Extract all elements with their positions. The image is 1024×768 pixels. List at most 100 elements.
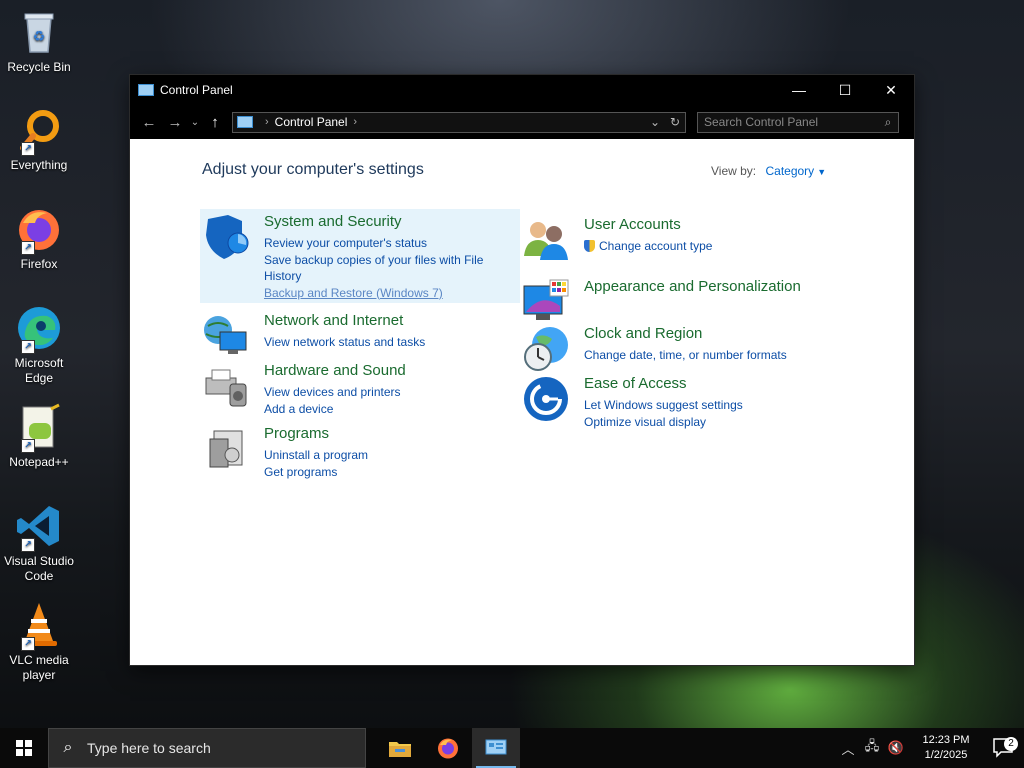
close-icon: ✕	[885, 81, 897, 98]
windows-logo-icon	[16, 740, 32, 756]
view-by-dropdown[interactable]: Category	[765, 164, 814, 178]
clock-globe-icon[interactable]	[522, 325, 570, 373]
link-devices-printers[interactable]: View devices and printers	[264, 384, 504, 401]
link-get-programs[interactable]: Get programs	[264, 464, 504, 481]
link-file-history[interactable]: Save backup copies of your files with Fi…	[264, 252, 504, 285]
desktop-icon-label: Recycle Bin	[7, 60, 71, 74]
caret-down-icon[interactable]: ▼	[817, 167, 826, 177]
shortcut-arrow-icon: ↗	[21, 142, 35, 156]
forward-button[interactable]: →	[162, 109, 188, 135]
link-suggest-settings[interactable]: Let Windows suggest settings	[584, 397, 824, 414]
category-links: Let Windows suggest settings Optimize vi…	[584, 397, 824, 430]
content-area: Adjust your computer's settings View by:…	[130, 139, 914, 665]
start-button[interactable]	[0, 728, 48, 768]
arrow-left-icon: ←	[141, 113, 157, 131]
link-uninstall-program[interactable]: Uninstall a program	[264, 447, 504, 464]
category-title[interactable]: Clock and Region	[584, 325, 702, 342]
desktop-icon-recycle-bin[interactable]: ♻ Recycle Bin	[4, 8, 74, 75]
folder-icon	[389, 742, 411, 757]
address-toolbar: ← → ⌄ ↑ › Control Panel › ⌄ ↻ ⌕	[130, 105, 914, 139]
category-title[interactable]: Network and Internet	[264, 312, 403, 329]
taskbar-control-panel[interactable]	[472, 728, 520, 768]
desktop-icon-firefox[interactable]: ↗ Firefox	[4, 205, 74, 272]
desktop-icon-vlc[interactable]: ↗ VLC media player	[4, 601, 74, 683]
up-button[interactable]: ↑	[202, 109, 228, 135]
taskbar-file-explorer[interactable]	[376, 728, 424, 768]
link-add-device[interactable]: Add a device	[264, 401, 504, 418]
taskbar: ⌕ Type here to search ︿ 🖧 🔇 12:23 PM 1/2…	[0, 728, 1024, 768]
category-title[interactable]: Appearance and Personalization	[584, 278, 801, 295]
link-review-status[interactable]: Review your computer's status	[264, 235, 504, 252]
arrow-right-icon: →	[167, 113, 183, 131]
recent-locations-button[interactable]: ⌄	[188, 109, 202, 135]
link-optimize-display[interactable]: Optimize visual display	[584, 414, 824, 431]
control-panel-window: Control Panel — ☐ ✕ ← → ⌄ ↑ › Control Pa…	[130, 75, 914, 665]
desktop-icon-edge[interactable]: ↗ Microsoft Edge	[4, 304, 74, 386]
desktop-icon-vscode[interactable]: ↗ Visual Studio Code	[4, 502, 74, 584]
chevron-right-icon[interactable]: ›	[353, 116, 357, 128]
category-title[interactable]: System and Security	[264, 213, 402, 230]
category-title[interactable]: Programs	[264, 425, 329, 442]
notification-count-badge: 2	[1004, 737, 1018, 751]
desktop-icon-label: Everything	[10, 158, 68, 172]
minimize-button[interactable]: —	[776, 75, 822, 105]
desktop-icon-label: Notepad++	[9, 455, 69, 469]
category-links: Change account type	[584, 238, 824, 255]
category-links: View network status and tasks	[264, 334, 504, 351]
chevron-down-icon: ⌄	[190, 116, 200, 128]
edge-icon: ↗	[15, 304, 63, 354]
control-panel-icon	[237, 116, 253, 128]
category-links: Review your computer's status Save backu…	[264, 235, 504, 301]
volume-muted-icon[interactable]: 🔇	[884, 740, 908, 756]
display-icon[interactable]	[522, 278, 570, 326]
taskbar-search-box[interactable]: ⌕ Type here to search	[48, 728, 366, 768]
maximize-icon: ☐	[838, 81, 852, 98]
shield-icon[interactable]	[202, 213, 250, 261]
link-backup-restore[interactable]: Backup and Restore (Windows 7)	[264, 285, 504, 302]
desktop-icon-everything[interactable]: ↗ Everything	[4, 106, 74, 173]
clock[interactable]: 12:23 PM 1/2/2025	[908, 733, 984, 763]
window-title: Control Panel	[160, 83, 233, 97]
category-links: View devices and printers Add a device	[264, 384, 504, 417]
desktop-icon-notepadpp[interactable]: ↗ Notepad++	[4, 403, 74, 470]
search-icon[interactable]: ⌕	[878, 115, 898, 130]
clock-date: 1/2/2025	[924, 749, 968, 761]
users-icon[interactable]	[522, 216, 570, 264]
firefox-icon: ↗	[15, 205, 63, 255]
search-input[interactable]	[698, 114, 878, 130]
programs-icon[interactable]	[202, 425, 250, 473]
desktop-icon-label: Visual Studio Code	[4, 554, 74, 583]
search-box[interactable]: ⌕	[697, 111, 899, 133]
maximize-button[interactable]: ☐	[822, 75, 868, 105]
address-bar[interactable]: › Control Panel › ⌄ ↻	[232, 111, 686, 133]
action-center-button[interactable]: 2	[984, 737, 1024, 758]
ease-of-access-icon[interactable]	[522, 375, 570, 423]
category-title[interactable]: Ease of Access	[584, 375, 687, 392]
breadcrumb-control-panel[interactable]: Control Panel	[275, 115, 348, 129]
link-change-account-type[interactable]: Change account type	[584, 238, 824, 255]
link-network-status[interactable]: View network status and tasks	[264, 334, 504, 351]
view-by-label: View by:	[711, 164, 757, 178]
refresh-button[interactable]: ↻	[665, 115, 685, 129]
page-title: Adjust your computer's settings	[202, 161, 424, 178]
link-date-time-formats[interactable]: Change date, time, or number formats	[584, 347, 824, 364]
printer-icon[interactable]	[202, 362, 250, 410]
back-button[interactable]: ←	[136, 109, 162, 135]
network-status-icon[interactable]: 🖧	[860, 737, 884, 759]
arrow-up-icon: ↑	[211, 113, 219, 131]
taskbar-firefox[interactable]	[424, 728, 472, 768]
svg-text:♻: ♻	[33, 29, 46, 45]
category-title[interactable]: User Accounts	[584, 216, 681, 233]
network-icon[interactable]	[202, 312, 250, 360]
category-title[interactable]: Hardware and Sound	[264, 362, 406, 379]
address-dropdown-button[interactable]: ⌄	[645, 115, 665, 129]
desktop-icon-label: Firefox	[20, 257, 58, 271]
control-panel-icon	[138, 84, 154, 96]
chevron-up-icon[interactable]: ︿	[836, 739, 860, 758]
title-bar[interactable]: Control Panel — ☐ ✕	[130, 75, 914, 105]
recycle-bin-icon: ♻	[15, 8, 63, 56]
vlc-icon: ↗	[15, 601, 63, 651]
close-button[interactable]: ✕	[868, 75, 914, 105]
vscode-icon: ↗	[15, 502, 63, 552]
view-by-control: View by: Category ▼	[711, 164, 826, 178]
